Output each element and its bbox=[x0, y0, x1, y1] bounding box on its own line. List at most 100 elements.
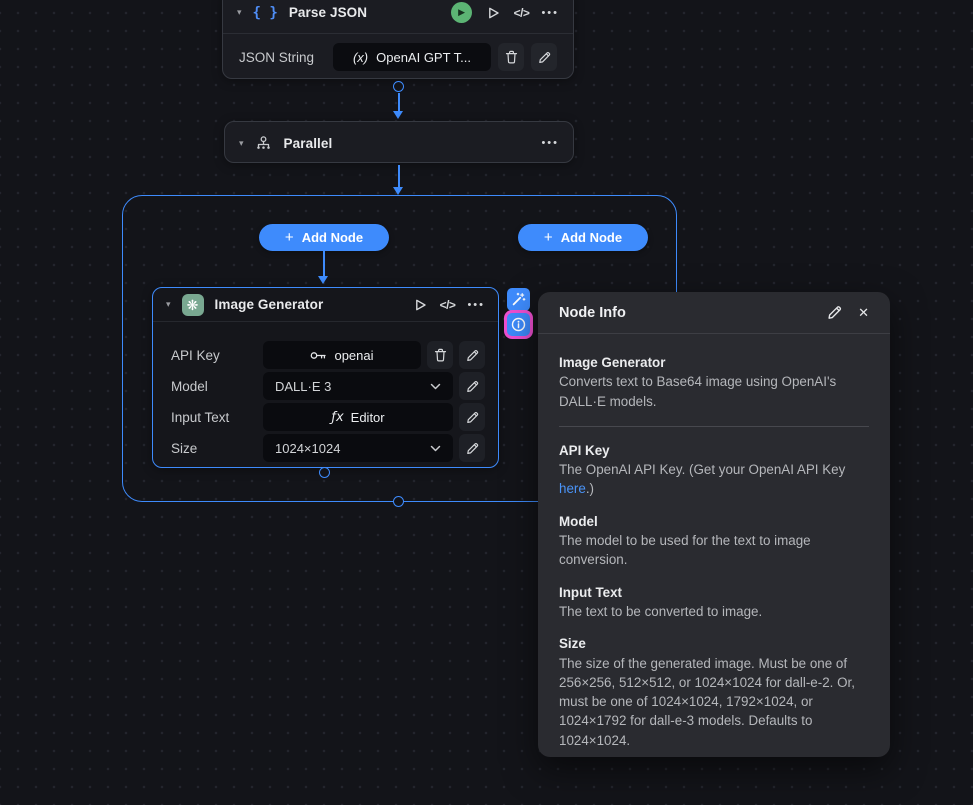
info-section-size: Size The size of the generated image. Mu… bbox=[559, 634, 869, 750]
more-options-icon[interactable]: ••• bbox=[541, 7, 559, 19]
group-output-port[interactable] bbox=[393, 496, 404, 507]
more-options-icon[interactable]: ••• bbox=[541, 137, 559, 149]
code-icon[interactable]: </> bbox=[514, 6, 530, 20]
add-node-label: Add Node bbox=[302, 230, 363, 245]
edit-value-button[interactable] bbox=[459, 341, 485, 369]
add-node-button[interactable]: + Add Node bbox=[518, 224, 648, 251]
chevron-down-icon bbox=[430, 383, 441, 390]
pencil-icon bbox=[538, 51, 551, 64]
node-info-panel: Node Info ✕ Image Generator Converts tex… bbox=[538, 292, 890, 757]
image-generator-output-port[interactable] bbox=[319, 467, 330, 478]
image-generator-node[interactable]: ▾ ❋ Image Generator </> ••• API Key bbox=[152, 287, 499, 468]
collapse-caret-icon[interactable]: ▾ bbox=[166, 299, 171, 310]
info-icon bbox=[511, 317, 526, 332]
delete-value-button[interactable] bbox=[427, 341, 453, 369]
edit-info-button[interactable] bbox=[827, 305, 842, 320]
key-icon bbox=[310, 350, 327, 361]
flow-canvas[interactable]: ▾ { } Parse JSON ▶ </> ••• JSON String (… bbox=[0, 0, 973, 805]
braces-icon: { } bbox=[253, 5, 278, 21]
magic-wand-icon bbox=[511, 292, 526, 307]
info-section-image-generator: Image Generator Converts text to Base64 … bbox=[559, 353, 869, 411]
json-string-value: OpenAI GPT T... bbox=[376, 50, 471, 65]
chevron-down-icon bbox=[430, 445, 441, 452]
section-heading: Image Generator bbox=[559, 353, 869, 372]
variable-icon: (x) bbox=[353, 50, 368, 65]
api-key-row: API Key openai bbox=[171, 341, 485, 369]
node-title: Parallel bbox=[284, 136, 333, 151]
input-text-value: Editor bbox=[351, 410, 385, 425]
model-dropdown[interactable]: DALL·E 3 bbox=[263, 372, 453, 400]
node-info-header: Node Info ✕ bbox=[538, 292, 890, 333]
section-heading: API Key bbox=[559, 441, 869, 460]
edit-value-button[interactable] bbox=[459, 372, 485, 400]
section-heading: Size bbox=[559, 634, 869, 653]
model-value: DALL·E 3 bbox=[275, 379, 331, 394]
edit-value-button[interactable] bbox=[459, 434, 485, 462]
edit-value-button[interactable] bbox=[531, 43, 557, 71]
add-node-button[interactable]: + Add Node bbox=[259, 224, 389, 251]
panel-title: Node Info bbox=[559, 305, 827, 321]
trash-icon bbox=[434, 348, 447, 362]
ai-magic-button[interactable] bbox=[507, 288, 530, 311]
code-icon[interactable]: </> bbox=[440, 298, 456, 312]
edge-line bbox=[323, 251, 325, 277]
pencil-icon bbox=[466, 411, 479, 424]
json-string-value-pill[interactable]: (x) OpenAI GPT T... bbox=[333, 43, 491, 71]
section-divider bbox=[559, 426, 869, 427]
parse-json-node[interactable]: ▾ { } Parse JSON ▶ </> ••• JSON String (… bbox=[222, 0, 574, 79]
size-value: 1024×1024 bbox=[275, 441, 340, 456]
section-heading: Model bbox=[559, 512, 869, 531]
section-heading: Input Text bbox=[559, 583, 869, 602]
node-title: Parse JSON bbox=[289, 5, 367, 20]
close-panel-button[interactable]: ✕ bbox=[858, 305, 869, 321]
plus-icon: + bbox=[285, 230, 294, 245]
field-label: Model bbox=[171, 379, 208, 394]
section-body: The OpenAI API Key. (Get your OpenAI API… bbox=[559, 460, 869, 499]
field-label: Input Text bbox=[171, 410, 229, 425]
add-node-label: Add Node bbox=[561, 230, 622, 245]
pencil-icon bbox=[466, 349, 479, 362]
info-section-api-key: API Key The OpenAI API Key. (Get your Op… bbox=[559, 441, 869, 499]
run-node-button[interactable]: ▶ bbox=[451, 2, 472, 23]
delete-value-button[interactable] bbox=[498, 43, 524, 71]
edge-arrow-icon bbox=[393, 111, 403, 119]
input-text-editor-pill[interactable]: ƒx Editor bbox=[263, 403, 453, 431]
plus-icon: + bbox=[544, 230, 553, 245]
json-string-row: JSON String (x) OpenAI GPT T... bbox=[223, 34, 573, 80]
field-label: API Key bbox=[171, 348, 220, 363]
function-icon: ƒx bbox=[331, 409, 343, 425]
pencil-icon bbox=[466, 442, 479, 455]
section-body: The text to be converted to image. bbox=[559, 602, 869, 621]
section-body: Converts text to Base64 image using Open… bbox=[559, 372, 869, 411]
field-label: JSON String bbox=[239, 50, 314, 65]
size-dropdown[interactable]: 1024×1024 bbox=[263, 434, 453, 462]
collapse-caret-icon[interactable]: ▾ bbox=[239, 138, 244, 149]
pencil-icon bbox=[466, 380, 479, 393]
more-options-icon[interactable]: ••• bbox=[467, 299, 485, 311]
edge-line bbox=[398, 165, 400, 188]
api-key-value: openai bbox=[334, 348, 373, 363]
parallel-branch-icon bbox=[255, 136, 272, 150]
section-body: The model to be used for the text to ima… bbox=[559, 531, 869, 570]
input-text-row: Input Text ƒx Editor bbox=[171, 403, 485, 431]
edge-arrow-icon bbox=[393, 187, 403, 195]
test-play-icon[interactable] bbox=[486, 6, 500, 20]
trash-icon bbox=[505, 50, 518, 64]
openai-logo-icon: ❋ bbox=[182, 294, 204, 316]
parse-json-header: ▾ { } Parse JSON ▶ </> ••• bbox=[223, 0, 573, 33]
section-body: The size of the generated image. Must be… bbox=[559, 654, 869, 750]
parallel-node[interactable]: ▾ Parallel ••• bbox=[224, 121, 574, 163]
parse-json-output-port[interactable] bbox=[393, 81, 404, 92]
node-title: Image Generator bbox=[215, 297, 324, 312]
here-link[interactable]: here bbox=[559, 481, 586, 496]
node-info-button[interactable] bbox=[507, 313, 530, 336]
edge-line bbox=[398, 93, 400, 112]
run-play-icon: ▶ bbox=[457, 8, 465, 17]
api-key-value-pill[interactable]: openai bbox=[263, 341, 421, 369]
field-label: Size bbox=[171, 441, 197, 456]
info-section-model: Model The model to be used for the text … bbox=[559, 512, 869, 570]
info-section-input-text: Input Text The text to be converted to i… bbox=[559, 583, 869, 622]
test-play-icon[interactable] bbox=[413, 298, 427, 312]
collapse-caret-icon[interactable]: ▾ bbox=[237, 7, 242, 18]
edit-value-button[interactable] bbox=[459, 403, 485, 431]
